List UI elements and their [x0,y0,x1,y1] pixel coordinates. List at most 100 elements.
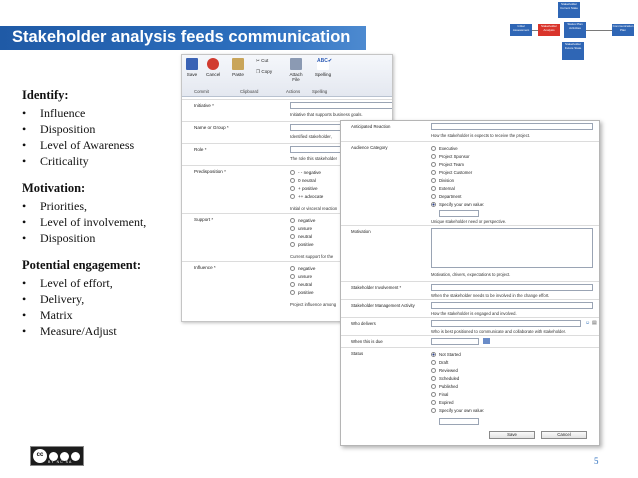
due-date-input[interactable] [431,338,479,345]
flow-box-future-state: Stakeholder Future State [562,42,584,60]
cancel-icon [207,58,220,70]
audience-custom-input[interactable] [439,210,479,217]
influence-radio-group: negative unsure neutral positive [290,264,315,296]
radio-option[interactable]: Project Sponsor [431,152,484,160]
radio-option[interactable]: ++ advocate [290,192,323,200]
calendar-icon[interactable] [483,338,490,344]
flow-arrow [532,30,538,31]
involvement-input[interactable] [431,284,593,291]
bullet-text-block: Identify: • Influence • Disposition • Level… [22,88,146,339]
form-row-who-delivers: Who delivers ☺ ▤ Who is best positioned … [341,317,599,335]
attach-file-button[interactable]: Attach File [286,58,306,82]
save-button[interactable]: Save [489,431,535,439]
save-icon [186,58,198,70]
section-identify: Identify: • Influence • Disposition • Level… [22,88,146,169]
spelling-icon: ABC✔ [317,58,332,70]
form-row-motivation: Motivation Motivation, drivers, expectat… [341,225,599,281]
radio-option[interactable]: Department [431,192,484,200]
flow-box-communication-plan: Communication Plan [612,24,634,36]
radio-option[interactable]: Not Started [431,350,484,358]
audience-radio-group: Executive Project Sponsor Project Team P… [431,144,484,208]
motivation-textarea[interactable] [431,228,593,268]
list-item: • Level of Awareness [22,138,135,152]
radio-option[interactable]: negative [290,264,315,272]
radio-option[interactable]: Project Team [431,160,484,168]
form-row-involvement: Stakeholder Involvement * When the stake… [341,281,599,299]
radio-option[interactable]: Specify your own value: [431,406,484,414]
radio-option[interactable]: Reviewed [431,366,484,374]
copy-button[interactable]: ❐ Copy [256,69,272,75]
section-motivation: Motivation: • Priorities, • Level of invol… [22,181,146,246]
radio-option[interactable]: neutral [290,232,315,240]
radio-option[interactable]: Executive [431,144,484,152]
license-text: BY NC SA [48,460,73,464]
predisposition-radio-group: - - negative 0 neutral + positive ++ adv… [290,168,323,200]
radio-option[interactable]: Published [431,382,484,390]
radio-option[interactable]: External [431,184,484,192]
status-radio-group: Not Started Draft Reviewed Scheduled Pub… [431,350,484,414]
support-radio-group: negative unsure neutral positive [290,216,315,248]
list-item: • Measure/Adjust [22,324,117,338]
ribbon-toolbar: Save Cancel Paste ✂ Cut ❐ Copy Attach Fi… [182,55,392,97]
form-row-audience-category: Audience Category Executive Project Spon… [341,141,599,225]
anticipated-reaction-input[interactable] [431,123,593,130]
flow-arrow [586,30,612,31]
process-flow-diagram: Stakeholder Current State Initial Assess… [506,2,636,62]
radio-option[interactable]: Final [431,390,484,398]
list-item: • Level of effort, [22,276,113,290]
radio-option[interactable]: + positive [290,184,323,192]
save-button[interactable]: Save [186,58,198,77]
page-number: 5 [594,456,599,466]
status-custom-input[interactable] [439,418,479,425]
radio-option[interactable]: Draft [431,358,484,366]
initiative-select[interactable]: ▾ [290,102,392,109]
flow-box-initial-assessment: Initial Assessment [510,24,532,36]
list-item: • Matrix [22,308,73,322]
radio-option[interactable]: negative [290,216,315,224]
sa-icon [71,451,80,461]
radio-option[interactable]: unsure [290,272,315,280]
cancel-button[interactable]: Cancel [541,431,587,439]
cc-logo-icon: cc [33,449,47,463]
radio-option[interactable]: Project Customer [431,168,484,176]
radio-option[interactable]: positive [290,288,315,296]
radio-option[interactable]: Expired [431,398,484,406]
radio-option[interactable]: unsure [290,224,315,232]
ribbon-group-label: Actions [286,89,301,94]
list-item: • Delivery, [22,292,85,306]
title-banner: Stakeholder analysis feeds communication [0,26,366,50]
slide: Stakeholder analysis feeds communication… [0,0,638,478]
radio-option[interactable]: Specify your own value: [431,200,484,208]
cancel-button[interactable]: Cancel [206,58,220,77]
who-delivers-input[interactable] [431,320,581,327]
form-row-status: Status Not Started Draft Reviewed Schedu… [341,347,599,427]
spelling-button[interactable]: ABC✔ Spelling [312,58,334,77]
flow-box-current-state: Stakeholder Current State [558,2,580,18]
radio-option[interactable]: neutral [290,280,315,288]
paste-button[interactable]: Paste [232,58,244,77]
radio-option[interactable]: 0 neutral [290,176,323,184]
cut-button[interactable]: ✂ Cut [256,58,268,64]
address-book-icon[interactable]: ▤ [592,320,597,326]
person-lookup-icon[interactable]: ☺ [585,320,590,326]
radio-option[interactable]: positive [290,240,315,248]
radio-option[interactable]: Division [431,176,484,184]
form-row-due-date: When this is due [341,335,599,347]
list-item: • Influence [22,106,86,120]
ribbon-group-label: Commit [194,89,209,94]
list-item: • Disposition [22,122,96,136]
stakeholder-management-form-screenshot: Anticipated Reaction How the stakeholder… [340,120,600,446]
flow-box-status-plan: Status Plan Activities [564,22,586,38]
section-heading: Motivation: [22,181,86,195]
list-item: • Level of involvement, [22,215,147,229]
list-item: • Disposition [22,231,96,245]
management-activity-input[interactable] [431,302,593,309]
radio-option[interactable]: - - negative [290,168,323,176]
paste-icon [232,58,244,70]
form-row-management-activity: Stakeholder Management Activity How the … [341,299,599,317]
flow-box-stakeholder-analysis: Stakeholder Analysis [538,24,560,36]
radio-option[interactable]: Scheduled [431,374,484,382]
section-engagement: Potential engagement: • Level of effort, … [22,258,146,339]
section-heading: Identify: [22,88,69,102]
form-row-initiative: Initiative * ▾ Initiative that supports … [182,99,392,121]
